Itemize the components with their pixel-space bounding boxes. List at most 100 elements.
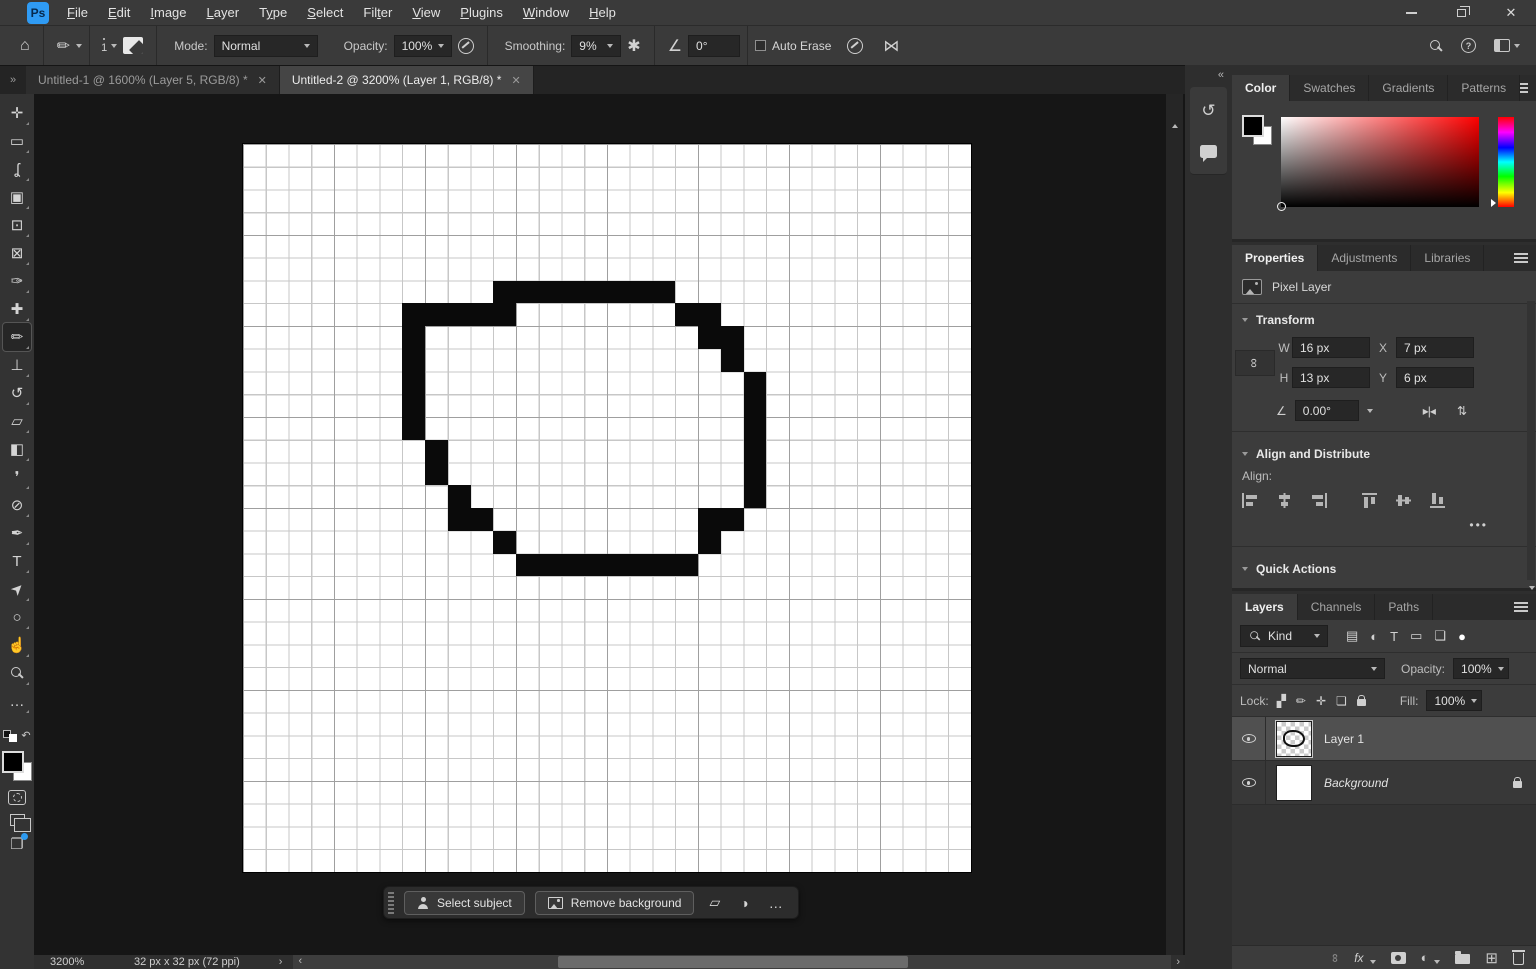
tab-channels[interactable]: Channels [1298, 594, 1376, 620]
tool-frame[interactable]: ⊠ [3, 239, 31, 267]
chevron-down-icon[interactable] [111, 43, 118, 48]
filter-toggle-pin-icon[interactable]: ● [1458, 629, 1466, 644]
scroll-down-icon[interactable] [1529, 586, 1535, 590]
layer-fill-input[interactable]: 100% [1426, 690, 1483, 711]
tool-clone-stamp[interactable]: ⊥ [3, 351, 31, 379]
transform-section-header[interactable]: Transform [1232, 304, 1536, 333]
vertical-scrollbar[interactable] [1166, 94, 1183, 955]
align-left-icon[interactable] [1242, 493, 1259, 508]
document-tab-untitled-2[interactable]: Untitled-2 @ 3200% (Layer 1, RGB/8) * ✕ [279, 66, 534, 94]
width-input[interactable]: 16 px [1292, 337, 1370, 358]
default-colors-icon[interactable] [3, 729, 18, 742]
tool-path-select[interactable]: ➤ [3, 575, 31, 603]
tab-layers[interactable]: Layers [1232, 594, 1298, 620]
tool-marquee[interactable]: ▭ [3, 127, 31, 155]
foreground-color-swatch[interactable] [2, 751, 24, 773]
layer-visibility-toggle[interactable] [1232, 761, 1266, 804]
new-layer-icon[interactable]: ⊞ [1485, 949, 1498, 967]
tool-lasso[interactable]: ʆ [3, 155, 31, 183]
brush-size-preview[interactable]: 1 [97, 38, 111, 54]
panel-menu-icon[interactable] [1520, 83, 1528, 93]
lock-artboard-icon[interactable]: ❏ [1336, 694, 1347, 708]
restore-button[interactable] [1436, 0, 1486, 25]
auto-erase-checkbox[interactable] [755, 40, 767, 51]
filter-image-layers-icon[interactable]: ▤ [1346, 628, 1358, 644]
tool-object-selection[interactable]: ▣ [3, 183, 31, 211]
smoothing-input[interactable]: 9% [571, 34, 622, 57]
layer-row-background[interactable]: Background [1232, 761, 1536, 805]
home-icon[interactable]: ⌂ [14, 37, 36, 55]
brush-settings-panel-icon[interactable] [123, 37, 144, 54]
scroll-left-icon[interactable]: ‹ [293, 955, 307, 967]
airbrush-icon[interactable] [847, 37, 864, 54]
tool-spot-healing[interactable]: ✚ [3, 295, 31, 323]
layer-opacity-input[interactable]: 100% [1453, 658, 1510, 679]
menu-image[interactable]: Image [140, 0, 196, 25]
select-subject-button[interactable]: Select subject [404, 890, 525, 915]
workspace-switcher[interactable] [1494, 39, 1520, 52]
rotation-input[interactable]: 0.00° [1294, 400, 1359, 421]
horizontal-scroll-thumb[interactable] [558, 956, 909, 968]
screen-mode-icon[interactable] [9, 814, 31, 832]
height-input[interactable]: 13 px [1292, 367, 1370, 388]
tool-gradient[interactable]: ◧ [3, 435, 31, 463]
filter-shape-layers-icon[interactable]: ▭ [1410, 628, 1422, 644]
foreground-background-swatches[interactable] [2, 751, 32, 781]
transform-icon[interactable]: ▱ [704, 894, 725, 911]
tool-crop[interactable]: ⊡ [3, 211, 31, 239]
align-top-icon[interactable] [1362, 493, 1379, 508]
opacity-input[interactable]: 100% [393, 34, 452, 57]
tool-zoom[interactable] [3, 659, 31, 687]
smoothing-options-gear-icon[interactable]: ✱ [621, 36, 646, 56]
align-bottom-icon[interactable] [1430, 493, 1447, 508]
tool-preset-pencil-icon[interactable]: ✏ [51, 36, 76, 56]
layer-name[interactable]: Background [1324, 776, 1388, 790]
tool-dodge[interactable]: ⊘ [3, 491, 31, 519]
saturation-brightness-field[interactable] [1277, 117, 1479, 211]
layer-thumbnail[interactable] [1275, 719, 1313, 758]
panel-menu-icon[interactable] [1514, 253, 1528, 263]
tool-hand[interactable]: ☝ [3, 631, 31, 659]
tool-eyedropper[interactable]: ✑ [3, 267, 31, 295]
menu-window[interactable]: Window [513, 0, 579, 25]
toolbar-expand-icon[interactable]: » [0, 66, 26, 94]
tab-properties[interactable]: Properties [1232, 245, 1319, 271]
filter-adjustment-layers-icon[interactable]: ◐ [1370, 629, 1378, 644]
tab-gradients[interactable]: Gradients [1369, 75, 1449, 101]
tab-color[interactable]: Color [1232, 75, 1291, 101]
panel-menu-icon[interactable] [1514, 602, 1528, 612]
menu-type[interactable]: Type [249, 0, 297, 25]
tool-blur[interactable]: ❜ [3, 463, 31, 491]
hue-slider[interactable] [1491, 117, 1514, 207]
tab-patterns[interactable]: Patterns [1448, 75, 1521, 101]
more-options-icon[interactable]: … [764, 895, 788, 911]
quick-mask-mode-icon[interactable] [8, 790, 26, 805]
taskbar-drag-handle[interactable] [388, 891, 394, 914]
tool-move[interactable]: ✛ [3, 99, 31, 127]
tool-eraser[interactable]: ▱ [3, 407, 31, 435]
share-document-icon[interactable]: ❐ [10, 833, 29, 853]
new-adjustment-layer-icon[interactable]: ◐ [1421, 950, 1429, 965]
constrain-proportions-link-icon[interactable]: ∞ [1235, 349, 1275, 376]
search-icon[interactable] [1429, 39, 1443, 53]
new-group-icon[interactable] [1455, 951, 1471, 964]
tool-more-tools[interactable]: … [3, 687, 31, 715]
paint-symmetry-butterfly-icon[interactable]: ⋈ [877, 36, 905, 56]
lock-transparent-pixels-icon[interactable]: ▞ [1277, 694, 1286, 708]
color-panel-swatches[interactable] [1242, 115, 1272, 145]
tab-libraries[interactable]: Libraries [1411, 245, 1485, 271]
x-input[interactable]: 7 px [1396, 337, 1474, 358]
document-tab-untitled-1[interactable]: Untitled-1 @ 1600% (Layer 5, RGB/8) * ✕ [26, 66, 280, 94]
lock-all-icon[interactable] [1356, 695, 1366, 706]
tool-type[interactable]: T [3, 547, 31, 575]
layer-filter-kind-select[interactable]: Kind [1240, 625, 1328, 647]
align-more-options[interactable]: ••• [1232, 514, 1536, 540]
scroll-up-icon[interactable] [1171, 124, 1178, 128]
menu-filter[interactable]: Filter [353, 0, 402, 25]
tool-ellipse-shape[interactable]: ○ [3, 603, 31, 631]
zoom-level-field[interactable]: 3200% [50, 956, 106, 968]
close-tab-icon[interactable]: ✕ [511, 74, 520, 87]
y-input[interactable]: 6 px [1396, 367, 1474, 388]
blend-mode-select[interactable]: Normal [1240, 658, 1385, 679]
menu-view[interactable]: View [402, 0, 450, 25]
